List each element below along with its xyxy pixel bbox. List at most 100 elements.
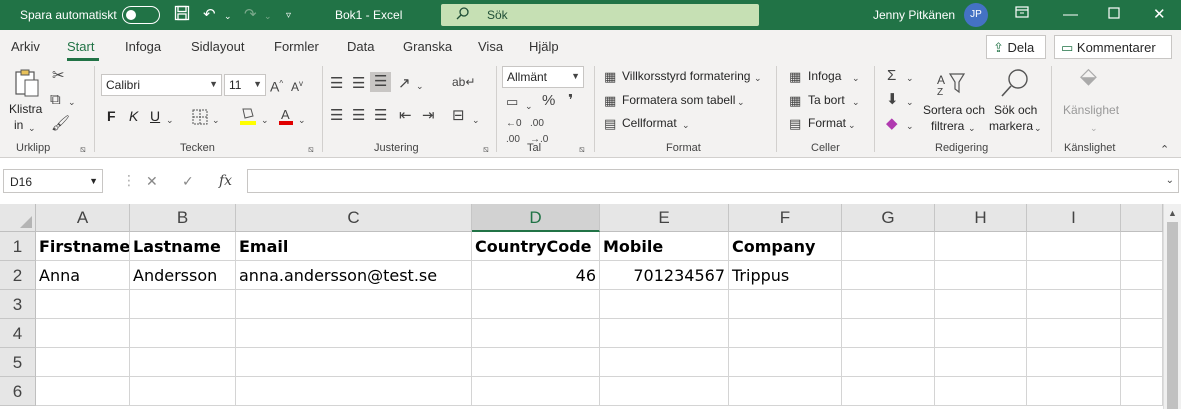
chevron-down-icon[interactable]: ⌄ (852, 70, 860, 86)
cell-e2[interactable]: 701234567 (600, 261, 729, 290)
cell-b1[interactable]: Lastname (130, 232, 236, 261)
cell-i3[interactable] (1027, 290, 1121, 319)
cell-f2[interactable]: Trippus (729, 261, 842, 290)
cell-g5[interactable] (842, 348, 935, 377)
cell-j1[interactable] (1121, 232, 1163, 261)
row-header-2[interactable]: 2 (0, 261, 36, 290)
cell-e4[interactable] (600, 319, 729, 348)
cell-b2[interactable]: Andersson (130, 261, 236, 290)
select-all-button[interactable] (0, 204, 36, 232)
autosum-icon[interactable]: Σ (887, 68, 896, 84)
orientation-dropdown-icon[interactable]: ⌄ (416, 78, 424, 94)
chevron-down-icon[interactable]: ⌄ (848, 117, 856, 133)
cell-f3[interactable] (729, 290, 842, 319)
column-header-d[interactable]: D (472, 204, 600, 232)
decrease-font-icon[interactable]: Av (291, 76, 303, 95)
cell-a1[interactable]: Firstname (36, 232, 130, 261)
close-icon[interactable]: ✕ (1153, 5, 1166, 25)
redo-icon[interactable]: ↷ (244, 5, 257, 25)
column-header-e[interactable]: E (600, 204, 729, 232)
tab-visa[interactable]: Visa (478, 39, 503, 54)
cell-e6[interactable] (600, 377, 729, 406)
merge-center-icon[interactable]: ⊟ (452, 108, 465, 124)
cell-j5[interactable] (1121, 348, 1163, 377)
column-header-g[interactable]: G (842, 204, 935, 232)
column-header-f[interactable]: F (729, 204, 842, 232)
cell-h3[interactable] (935, 290, 1027, 319)
cell-c1[interactable]: Email (236, 232, 472, 261)
font-name-combo[interactable]: Calibri ▼ (101, 74, 222, 96)
borders-icon[interactable] (192, 109, 208, 129)
user-name[interactable]: Jenny Pitkänen (873, 8, 955, 22)
cell-d6[interactable] (472, 377, 600, 406)
borders-dropdown-icon[interactable]: ⌄ (212, 112, 220, 128)
cell-d5[interactable] (472, 348, 600, 377)
align-top-icon[interactable]: ☰ (330, 76, 343, 92)
orientation-icon[interactable]: ↗ (398, 76, 411, 92)
clear-icon[interactable]: ◆ (886, 116, 898, 132)
number-format-combo[interactable]: Allmänt ▼ (502, 66, 584, 88)
cell-h2[interactable] (935, 261, 1027, 290)
cell-e1[interactable]: Mobile (600, 232, 729, 261)
accounting-dropdown-icon[interactable]: ⌄ (525, 98, 533, 114)
cell-a5[interactable] (36, 348, 130, 377)
cell-b3[interactable] (130, 290, 236, 319)
comma-style-icon[interactable]: ❜ (568, 93, 573, 109)
column-header-partial[interactable] (1121, 204, 1163, 232)
cell-styles-button[interactable]: Cellformat (622, 116, 677, 130)
redo-dropdown-icon[interactable]: ⌄ (264, 6, 272, 26)
cell-g1[interactable] (842, 232, 935, 261)
conditional-formatting-icon[interactable]: ▦ (604, 69, 616, 85)
autosave-toggle[interactable] (122, 6, 160, 24)
row-header-3[interactable]: 3 (0, 290, 36, 319)
cell-b4[interactable] (130, 319, 236, 348)
search-box[interactable]: Sök (441, 4, 759, 26)
conditional-formatting-button[interactable]: Villkorsstyrd formatering (622, 69, 750, 83)
tab-formler[interactable]: Formler (274, 39, 319, 54)
cell-c2[interactable]: anna.andersson@test.se (236, 261, 472, 290)
cell-a3[interactable] (36, 290, 130, 319)
number-launcher-icon[interactable]: ⧅ (579, 144, 585, 155)
increase-font-icon[interactable]: A^ (270, 76, 283, 95)
cell-e3[interactable] (600, 290, 729, 319)
font-color-icon[interactable]: A (278, 106, 294, 130)
cell-i1[interactable] (1027, 232, 1121, 261)
merge-dropdown-icon[interactable]: ⌄ (472, 112, 480, 128)
collapse-ribbon-icon[interactable]: ⌃ (1160, 142, 1169, 158)
cell-c3[interactable] (236, 290, 472, 319)
cell-e5[interactable] (600, 348, 729, 377)
align-middle-icon[interactable]: ☰ (352, 76, 365, 92)
insert-cells-icon[interactable]: ▦ (789, 69, 801, 85)
cell-c6[interactable] (236, 377, 472, 406)
wrap-text-icon[interactable]: ab↵ (452, 74, 475, 90)
row-header-5[interactable]: 5 (0, 348, 36, 377)
column-header-b[interactable]: B (130, 204, 236, 232)
format-cells-button[interactable]: Format (808, 116, 846, 130)
share-button[interactable]: ⇪ Dela (986, 35, 1046, 59)
avatar[interactable]: JP (964, 3, 988, 27)
column-header-c[interactable]: C (236, 204, 472, 232)
cell-a2[interactable]: Anna (36, 261, 130, 290)
find-select-label[interactable]: Sök och (994, 103, 1037, 117)
find-select-icon[interactable] (1000, 68, 1030, 102)
fill-color-icon[interactable] (239, 106, 257, 130)
tab-arkiv[interactable]: Arkiv (11, 39, 40, 54)
clear-dropdown-icon[interactable]: ⌄ (906, 118, 914, 134)
decrease-indent-icon[interactable]: ⇤ (399, 108, 412, 124)
sort-filter-label-2[interactable]: filtrera (931, 119, 964, 133)
cut-icon[interactable]: ✂ (52, 68, 65, 84)
tab-hjalp[interactable]: Hjälp (529, 39, 559, 54)
row-header-6[interactable]: 6 (0, 377, 36, 406)
format-as-table-button[interactable]: Formatera som tabell (622, 93, 735, 107)
maximize-icon[interactable] (1108, 5, 1120, 25)
find-select-label-2[interactable]: markera (989, 119, 1033, 133)
cell-f5[interactable] (729, 348, 842, 377)
tab-start[interactable]: Start (67, 39, 94, 54)
row-header-1[interactable]: 1 (0, 232, 36, 261)
copy-dropdown-icon[interactable]: ⌄ (68, 94, 76, 110)
tab-infoga[interactable]: Infoga (125, 39, 161, 54)
format-as-table-icon[interactable]: ▦ (604, 93, 616, 109)
drag-handle-icon[interactable]: ⋮ (122, 172, 136, 189)
row-header-4[interactable]: 4 (0, 319, 36, 348)
clipboard-launcher-icon[interactable]: ⧅ (80, 144, 86, 155)
